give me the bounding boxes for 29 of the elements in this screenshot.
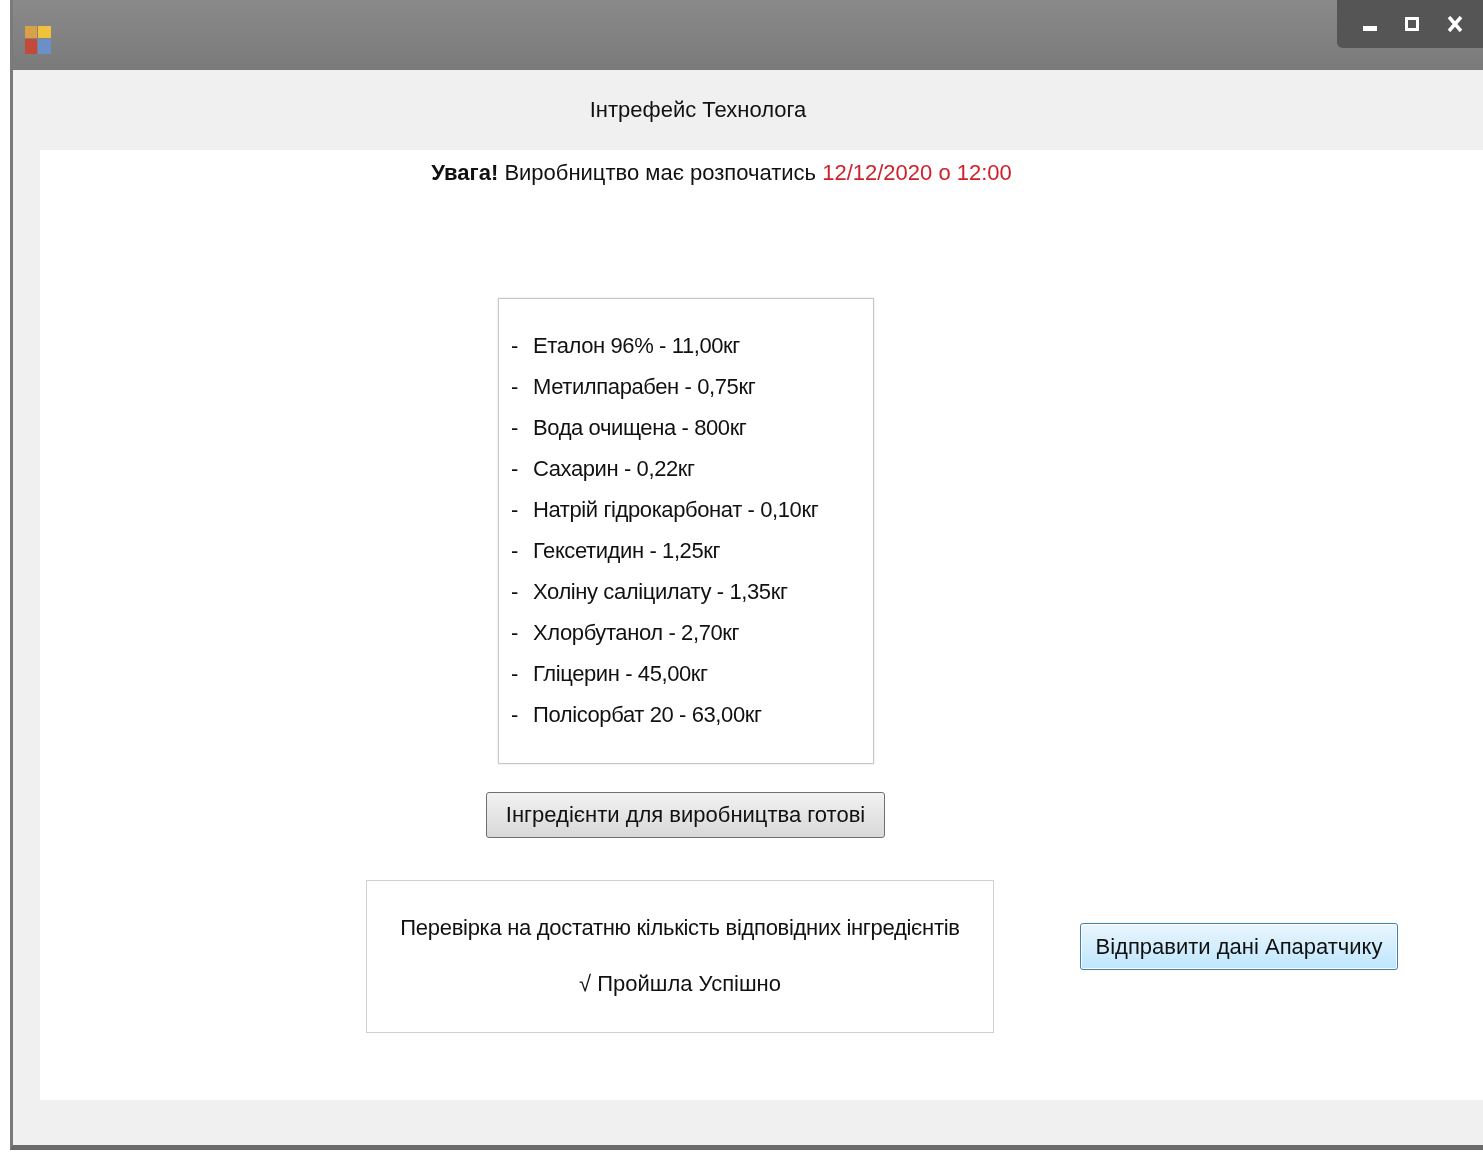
list-bullet: - (511, 373, 519, 401)
ingredient-item: Натрій гідрокарбонат - 0,10кг (533, 496, 819, 524)
ingredient-item: Метилпарабен - 0,75кг (533, 373, 756, 401)
list-bullet: - (511, 578, 519, 606)
ingredient-item: Гліцерин - 45,00кг (533, 660, 708, 688)
ingredient-item: Сахарин - 0,22кг (533, 455, 695, 483)
ingredient-item: Полісорбат 20 - 63,00кг (533, 701, 762, 729)
ingredient-item: Хлорбутанол - 2,70кг (533, 619, 740, 647)
check-result: √ Пройшла Успішно (579, 971, 781, 997)
send-data-button[interactable]: Відправити дані Апаратчику (1080, 923, 1398, 970)
list-bullet: - (511, 701, 519, 729)
ingredient-item: Гексетидин - 1,25кг (533, 537, 721, 565)
maximize-icon[interactable] (1405, 17, 1419, 31)
warning-message: Увага! Виробництво має розпочатись 12/12/2020 о 12:00 (430, 160, 1013, 186)
ingredient-item: Холіну саліцилату - 1,35кг (533, 578, 788, 606)
list-bullet: - (511, 455, 519, 483)
list-bullet: - (511, 414, 519, 442)
window-caption: Інтрефейс Технолога (589, 97, 807, 123)
list-bullet: - (511, 332, 519, 360)
list-bullet: - (511, 660, 519, 688)
ingredient-item: Вода очищена - 800кг (533, 414, 747, 442)
list-bullet: - (511, 619, 519, 647)
ingredients-ready-button[interactable]: Інгредієнти для виробництва готові (486, 792, 885, 838)
app-icon (25, 26, 51, 54)
close-icon[interactable] (1447, 16, 1463, 32)
list-bullet: - (511, 496, 519, 524)
list-bullet: - (511, 537, 519, 565)
check-title: Перевірка на достатню кількість відповідних інгредієнтів (400, 915, 960, 941)
ingredient-item: Еталон 96% - 11,00кг (533, 332, 740, 360)
